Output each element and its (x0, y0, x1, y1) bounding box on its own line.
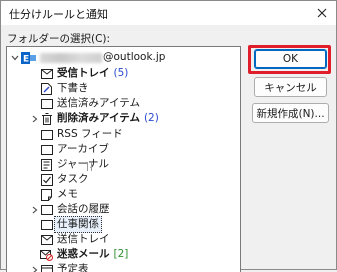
outlook-account-icon: E (20, 51, 36, 64)
tree-item-inbox[interactable]: 受信トレイ (5) (40, 66, 128, 81)
tree-item-drafts[interactable]: 下書き (40, 81, 89, 96)
chevron-right-icon[interactable] (30, 262, 40, 272)
rss-icon (40, 128, 53, 141)
folder-label: タスク (57, 172, 89, 187)
journal-icon (40, 158, 53, 171)
calendar-icon (40, 263, 53, 272)
unread-count: (2) (144, 111, 159, 126)
tree-item-journal[interactable]: ジャーナル (40, 157, 109, 172)
rules-and-alerts-dialog: 仕分けルールと通知 フォルダーの選択(C): E @outlook.jp (0, 0, 337, 270)
trash-icon (40, 112, 53, 125)
tree-item-junk[interactable]: 迷惑メール [2] (40, 247, 128, 262)
folder-label: 迷惑メール (57, 247, 110, 262)
tree-item-work[interactable]: 仕事関係 (40, 217, 102, 232)
unread-count: (5) (114, 66, 129, 81)
tree-item-archive[interactable]: アーカイブ (40, 142, 109, 157)
folder-label: 下書き (57, 81, 89, 96)
new-folder-button[interactable]: 新規作成(N)... (252, 103, 329, 123)
item-count: [2] (114, 247, 129, 262)
cancel-button[interactable]: キャンセル (254, 77, 327, 97)
drafts-icon (40, 82, 53, 95)
chevron-right-icon[interactable] (30, 111, 40, 126)
scroll-grip-icon (87, 162, 92, 171)
tree-item-notes[interactable]: メモ (40, 187, 78, 202)
dialog-title: 仕分けルールと通知 (9, 6, 108, 22)
folder-label-selected: 仕事関係 (54, 216, 102, 233)
redacted-account-name (40, 53, 102, 63)
tree-item-conversation-history[interactable]: 会話の履歴 (30, 202, 110, 217)
folder-label: アーカイブ (57, 142, 109, 157)
tree-item-rss-feeds[interactable]: RSS フィード (40, 127, 123, 142)
tree-item-deleted-items[interactable]: 削除済みアイテム (2) (30, 111, 159, 126)
folder-icon (40, 203, 53, 216)
task-icon (40, 173, 53, 186)
folder-label: メモ (57, 187, 78, 202)
chevron-right-icon[interactable] (30, 202, 40, 217)
folder-label: 削除済みアイテム (57, 111, 140, 126)
archive-icon (40, 143, 53, 156)
folder-tree[interactable]: E @outlook.jp 受信トレイ (5) 下書き (6, 46, 241, 272)
chevron-down-icon[interactable] (10, 50, 20, 65)
title-bar: 仕分けルールと通知 (1, 1, 336, 25)
folder-label: 送信済みアイテム (57, 96, 140, 111)
folder-select-label: フォルダーの選択(C): (7, 31, 110, 46)
close-button[interactable] (308, 1, 336, 25)
folder-label: 予定表 (57, 262, 89, 272)
inbox-icon (40, 67, 53, 80)
ok-button[interactable]: OK (254, 49, 327, 69)
sent-items-icon (40, 97, 53, 110)
folder-icon (40, 218, 53, 231)
note-icon (40, 188, 53, 201)
junk-icon (40, 248, 53, 261)
folder-label: RSS フィード (57, 127, 123, 142)
close-icon (317, 8, 327, 18)
account-email-suffix: @outlook.jp (103, 50, 165, 65)
svg-text:E: E (23, 54, 29, 64)
tree-item-outbox[interactable]: 送信トレイ (40, 232, 110, 247)
tree-item-tasks[interactable]: タスク (40, 172, 89, 187)
tree-item-sent-items[interactable]: 送信済みアイテム (40, 96, 140, 111)
tree-item-account[interactable]: E @outlook.jp (10, 50, 165, 65)
folder-label: 会話の履歴 (57, 202, 110, 217)
outbox-icon (40, 233, 53, 246)
folder-label: 送信トレイ (57, 232, 110, 247)
folder-label: 受信トレイ (57, 66, 110, 81)
tree-item-calendar[interactable]: 予定表 (30, 262, 89, 272)
folder-label: ジャーナル (57, 157, 109, 172)
